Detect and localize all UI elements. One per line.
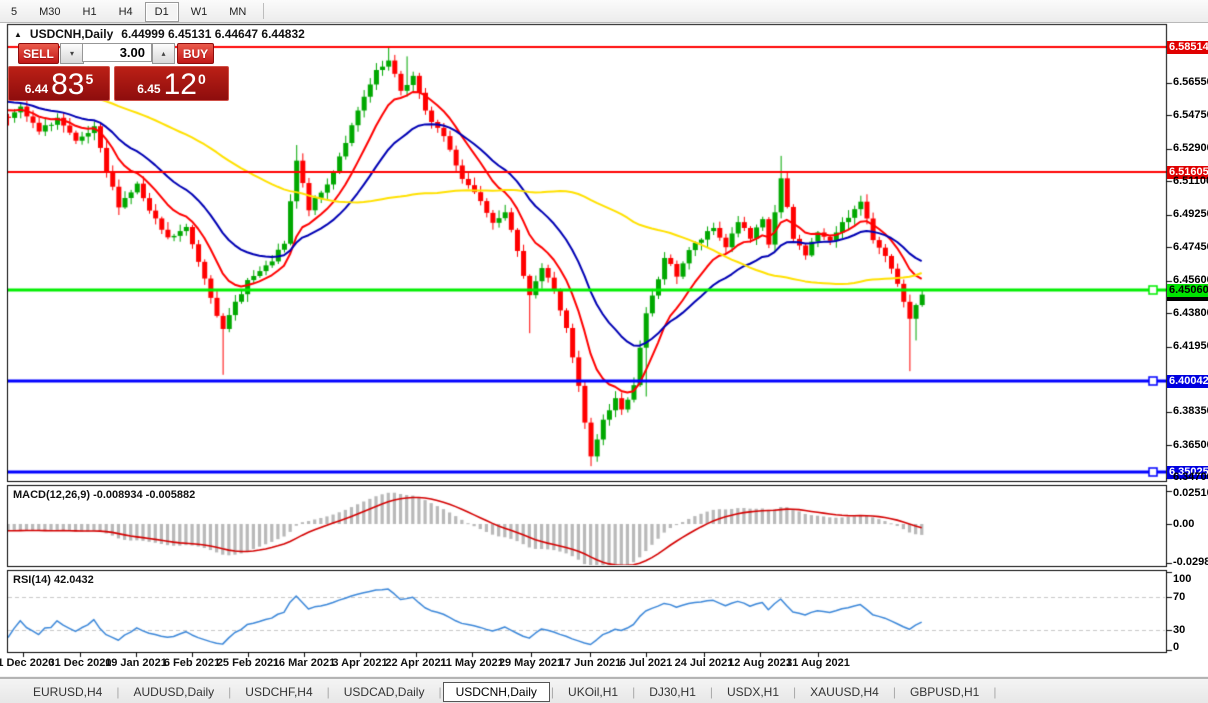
volume-down-button[interactable]: ▾ <box>60 43 84 64</box>
tab-separator: | <box>793 685 796 699</box>
triangle-down-icon: ▾ <box>70 49 74 58</box>
tab-separator: | <box>710 685 713 699</box>
price-axis: 6.585146.565506.547506.529006.516056.511… <box>1166 0 1208 703</box>
sell-price-box[interactable]: 6.44 83 5 <box>8 66 110 101</box>
tab-xauusd-h4[interactable]: XAUUSD,H4 <box>797 682 892 702</box>
buy-price-sup: 0 <box>198 71 206 87</box>
sell-button[interactable]: SELL <box>18 43 59 64</box>
date-axis-label: 19 Jan 2021 <box>105 657 167 669</box>
timeframe-button-w1[interactable]: W1 <box>181 2 218 22</box>
buy-price-big: 12 <box>164 70 197 100</box>
date-axis-label: 22 Apr 2021 <box>385 657 446 669</box>
date-axis-label: 12 Aug 2021 <box>728 657 792 669</box>
price-axis-label: 6.38350 <box>1173 405 1208 418</box>
tab-separator: | <box>632 685 635 699</box>
toolbar-separator <box>263 3 264 19</box>
macd-axis-label: 0.025108 <box>1173 487 1208 500</box>
tab-eurusd-h4[interactable]: EURUSD,H4 <box>20 682 115 702</box>
tab-usdcnh-daily[interactable]: USDCNH,Daily <box>443 682 550 702</box>
timeframe-button-d1[interactable]: D1 <box>145 2 179 22</box>
tab-audusd-daily[interactable]: AUDUSD,Daily <box>120 682 227 702</box>
price-axis-label: 6.36500 <box>1173 439 1208 452</box>
price-badge-blue: 6.40042 <box>1167 375 1208 388</box>
buy-price-box[interactable]: 6.45 12 0 <box>114 66 229 101</box>
triangle-up-icon: ▴ <box>161 49 165 58</box>
chart-header: ▲ USDCNH,Daily 6.44999 6.45131 6.44647 6… <box>14 27 305 41</box>
rsi-axis-label: 0 <box>1173 641 1179 654</box>
price-axis-label: 6.54750 <box>1173 109 1208 122</box>
tab-gbpusd-h1[interactable]: GBPUSD,H1 <box>897 682 992 702</box>
date-axis-label: 16 Mar 2021 <box>273 657 335 669</box>
tab-separator: | <box>893 685 896 699</box>
tab-separator: | <box>438 685 441 699</box>
tab-dj30-h1[interactable]: DJ30,H1 <box>636 682 709 702</box>
sell-price-prefix: 6.44 <box>25 82 48 96</box>
timeframe-button-h1[interactable]: H1 <box>73 2 107 22</box>
chart-tab-bar: EURUSD,H4|AUDUSD,Daily|USDCHF,H4|USDCAD,… <box>0 678 1208 703</box>
chart-ohlc-values: 6.44999 6.45131 6.44647 6.44832 <box>121 27 305 41</box>
sell-price-sup: 5 <box>85 71 93 87</box>
timeframe-button-mn[interactable]: MN <box>219 2 256 22</box>
timeframe-button-m30[interactable]: M30 <box>29 2 70 22</box>
volume-up-button[interactable]: ▴ <box>152 43 175 64</box>
date-axis-label: 3 Apr 2021 <box>332 657 387 669</box>
trading-terminal: 5M30H1H4D1W1MN ▲ USDCNH,Daily 6.44999 6.… <box>0 0 1208 703</box>
tab-usdx-h1[interactable]: USDX,H1 <box>714 682 792 702</box>
macd-axis-label: -0.02988 <box>1173 556 1208 569</box>
rsi-axis-label: 30 <box>1173 624 1185 637</box>
tab-ukoil-h1[interactable]: UKOil,H1 <box>555 682 631 702</box>
date-axis-label: 31 Dec 2020 <box>49 657 112 669</box>
rsi-axis-label: 100 <box>1173 573 1191 586</box>
date-axis-label: 11 Dec 2020 <box>0 657 54 669</box>
tab-usdcad-daily[interactable]: USDCAD,Daily <box>331 682 438 702</box>
volume-input[interactable]: 3.00 <box>82 43 152 62</box>
date-axis: 11 Dec 202031 Dec 202019 Jan 20216 Feb 2… <box>0 657 1166 675</box>
date-axis-label: 24 Jul 2021 <box>675 657 734 669</box>
date-axis-label: 11 May 2021 <box>440 657 504 669</box>
tab-separator: | <box>327 685 330 699</box>
price-axis-label: 6.41950 <box>1173 340 1208 353</box>
tab-usdchf-h4[interactable]: USDCHF,H4 <box>232 682 325 702</box>
buy-price-prefix: 6.45 <box>137 82 160 96</box>
macd-axis-label: 0.00 <box>1173 518 1194 531</box>
price-badge-red: 6.58514 <box>1167 41 1208 54</box>
collapse-chart-icon[interactable]: ▲ <box>14 30 22 39</box>
price-axis-label: 6.49250 <box>1173 208 1208 221</box>
date-axis-label: 31 Aug 2021 <box>786 657 850 669</box>
price-axis-label: 6.56550 <box>1173 76 1208 89</box>
price-axis-label: 6.34700 <box>1173 471 1208 484</box>
date-axis-label: 17 Jun 2021 <box>559 657 621 669</box>
rsi-axis-label: 70 <box>1173 591 1185 604</box>
tab-separator: | <box>116 685 119 699</box>
timeframe-button-h4[interactable]: H4 <box>109 2 143 22</box>
timeframe-button-5[interactable]: 5 <box>1 2 27 22</box>
sell-price-big: 83 <box>51 70 84 100</box>
price-axis-label: 6.43800 <box>1173 307 1208 320</box>
chart-canvas[interactable] <box>0 0 1208 703</box>
date-axis-label: 29 May 2021 <box>499 657 563 669</box>
date-axis-label: 6 Jul 2021 <box>620 657 673 669</box>
macd-indicator-label: MACD(12,26,9) -0.008934 -0.005882 <box>13 489 195 501</box>
chart-symbol-title: USDCNH,Daily <box>30 27 113 41</box>
date-axis-label: 6 Feb 2021 <box>164 657 220 669</box>
date-axis-label: 25 Feb 2021 <box>217 657 279 669</box>
rsi-indicator-label: RSI(14) 42.0432 <box>13 574 94 586</box>
price-badge-green: 6.45060 <box>1167 284 1208 297</box>
price-axis-label: 6.47450 <box>1173 241 1208 254</box>
price-axis-label: 6.51100 <box>1173 175 1208 188</box>
tab-separator: | <box>993 685 996 699</box>
timeframe-toolbar: 5M30H1H4D1W1MN <box>0 0 1208 23</box>
tab-separator: | <box>551 685 554 699</box>
tab-separator: | <box>228 685 231 699</box>
price-axis-label: 6.52900 <box>1173 142 1208 155</box>
buy-button[interactable]: BUY <box>177 43 214 64</box>
